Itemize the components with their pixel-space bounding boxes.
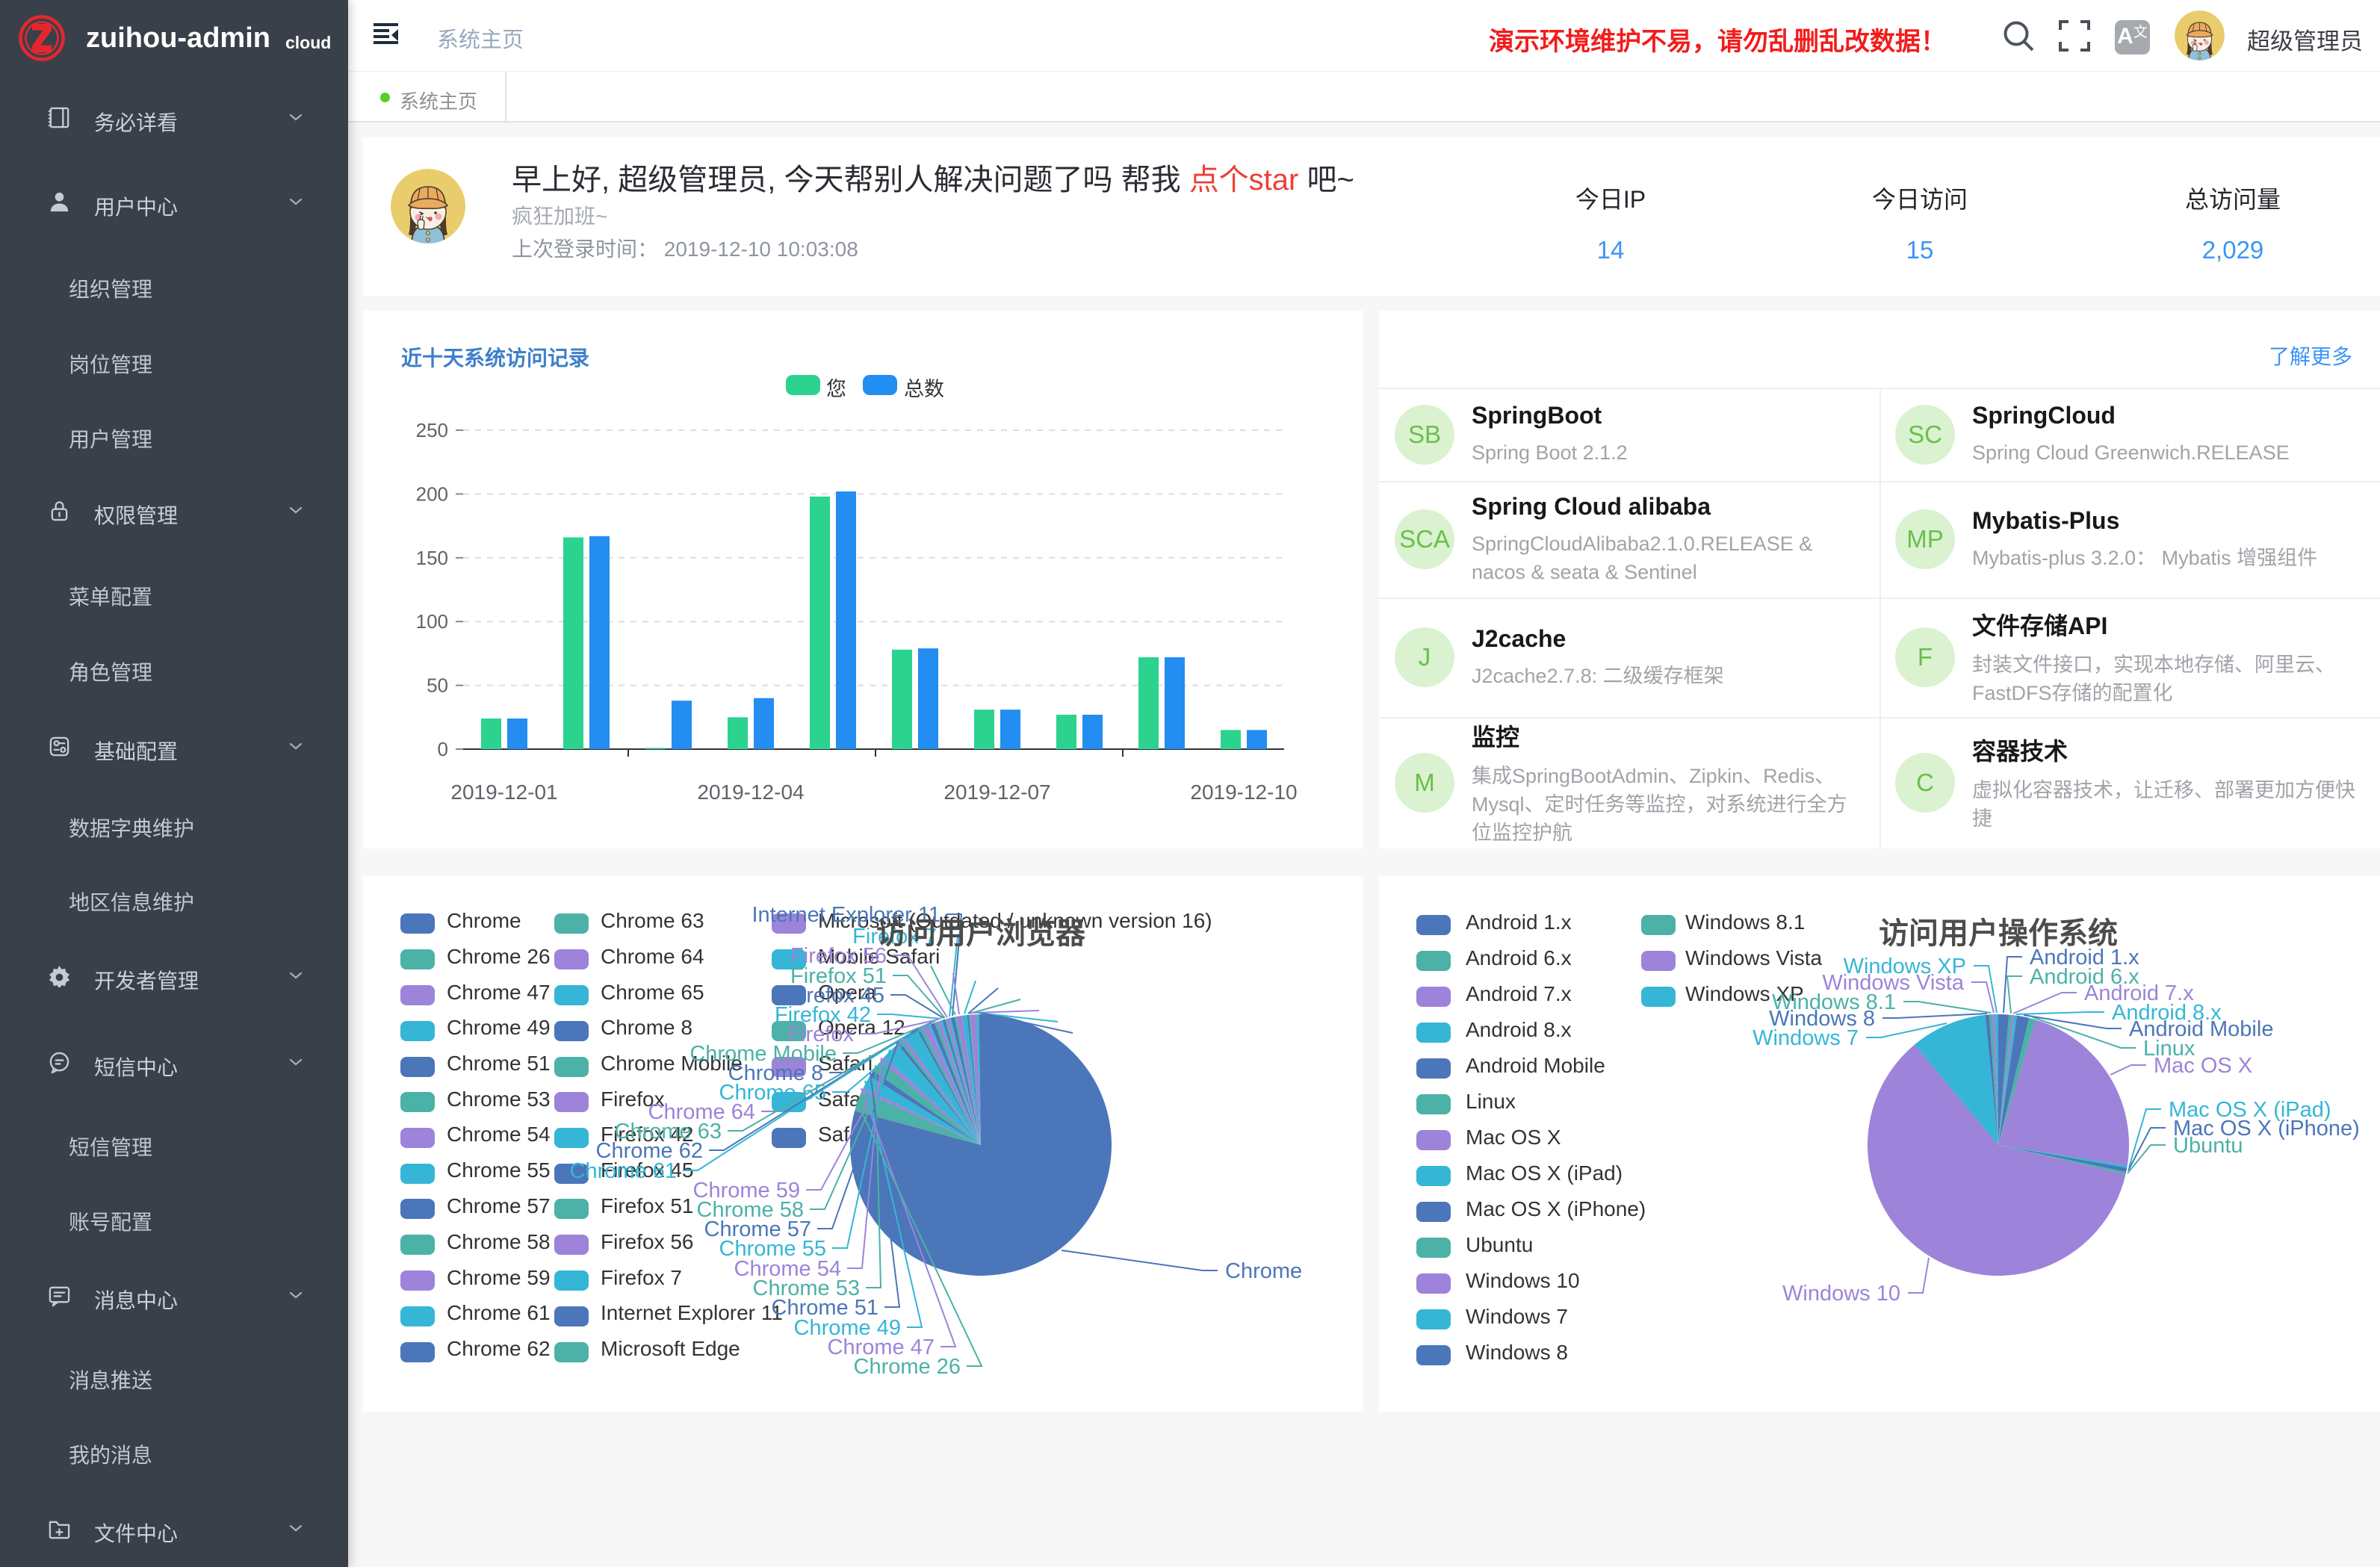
svg-text:2019-12-01: 2019-12-01	[450, 781, 557, 804]
svg-text:Chrome 61: Chrome 61	[570, 1159, 677, 1183]
svg-text:Windows 7: Windows 7	[1753, 1026, 1859, 1050]
svg-text:2019-12-07: 2019-12-07	[943, 781, 1050, 804]
svg-text:Ubuntu: Ubuntu	[2173, 1134, 2243, 1158]
svg-text:Chrome 26: Chrome 26	[854, 1355, 961, 1379]
svg-text:2019-12-10: 2019-12-10	[1190, 781, 1297, 804]
svg-text:0: 0	[438, 738, 448, 760]
svg-text:Windows 10: Windows 10	[1782, 1282, 1900, 1306]
svg-text:250: 250	[416, 419, 448, 441]
svg-text:150: 150	[416, 547, 448, 569]
svg-text:50: 50	[427, 674, 448, 697]
svg-text:100: 100	[416, 610, 448, 633]
svg-text:Mac OS X: Mac OS X	[2154, 1054, 2252, 1078]
svg-text:Chrome: Chrome	[1225, 1259, 1302, 1283]
svg-text:200: 200	[416, 482, 448, 505]
svg-text:2019-12-04: 2019-12-04	[697, 781, 804, 804]
